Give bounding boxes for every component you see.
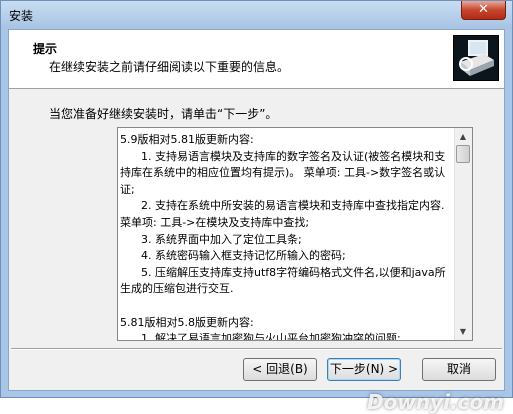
readme-line: 3. 系统界面中加入了定位工具条;	[120, 232, 302, 246]
readme-textbox[interactable]: 5.9版相对5.81版更新内容: 1. 支持易语言模块及支持库的数字签名及认证(…	[117, 127, 473, 341]
readme-line: 1. 解决了易语言加密狗与火山平台加密狗冲突的问题;	[120, 332, 401, 341]
readme-line: 5. 压缩解压支持库支持utf8字符编码格式文件名,以便和java所生成的压缩包…	[120, 265, 446, 296]
button-separator	[11, 348, 502, 350]
readme-line	[120, 298, 453, 315]
page-title: 提示	[33, 42, 58, 56]
back-button[interactable]: < 回退(B)	[243, 358, 317, 381]
scroll-down-arrow-icon[interactable]: ▼	[455, 323, 471, 340]
scroll-up-arrow-icon[interactable]: ▲	[455, 128, 471, 145]
page-subtitle: 在继续安装之前请仔细阅读以下重要的信息。	[49, 60, 290, 74]
title-bar[interactable]: 安装 ✕	[1, 1, 512, 29]
readme-line: 5.9版相对5.81版更新内容:	[120, 133, 254, 146]
dialog-client: 提示 在继续安装之前请仔细阅读以下重要的信息。 当您准备好继续安装时，请单击“下…	[8, 29, 505, 414]
window-title: 安装	[9, 9, 34, 23]
close-button[interactable]: ✕	[461, 1, 506, 20]
readme-line: 2. 支持在系统中所安装的易语言模块和支持库中查找指定内容. 菜单项: 工具->…	[120, 199, 445, 229]
readme-line: 1. 支持易语言模块及支持库的数字签名及认证(被签名模块和支持库在系统中的相应位…	[120, 149, 446, 196]
cancel-button[interactable]: 取消	[422, 358, 496, 381]
installer-logo-icon	[453, 35, 499, 81]
header-panel: 提示 在继续安装之前请仔细阅读以下重要的信息。	[9, 30, 504, 89]
readme-content: 5.9版相对5.81版更新内容: 1. 支持易语言模块及支持库的数字签名及认证(…	[120, 132, 453, 341]
installer-window: 安装 ✕ 提示 在继续安装之前请仔细阅读以下重要的信息。 当您准备好继续安装时，…	[0, 0, 513, 414]
readme-line: 5.81版相对5.8版更新内容:	[120, 315, 254, 329]
site-watermark: Downyi.com	[367, 390, 504, 414]
next-button[interactable]: 下一步(N) >	[327, 358, 401, 381]
readme-line: 4. 系统密码输入框支持记忆所输入的密码;	[120, 249, 346, 263]
continue-instruction: 当您准备好继续安装时，请单击“下一步”。	[49, 107, 278, 121]
scroll-thumb[interactable]	[456, 145, 470, 163]
vertical-scrollbar[interactable]: ▲ ▼	[454, 128, 472, 340]
